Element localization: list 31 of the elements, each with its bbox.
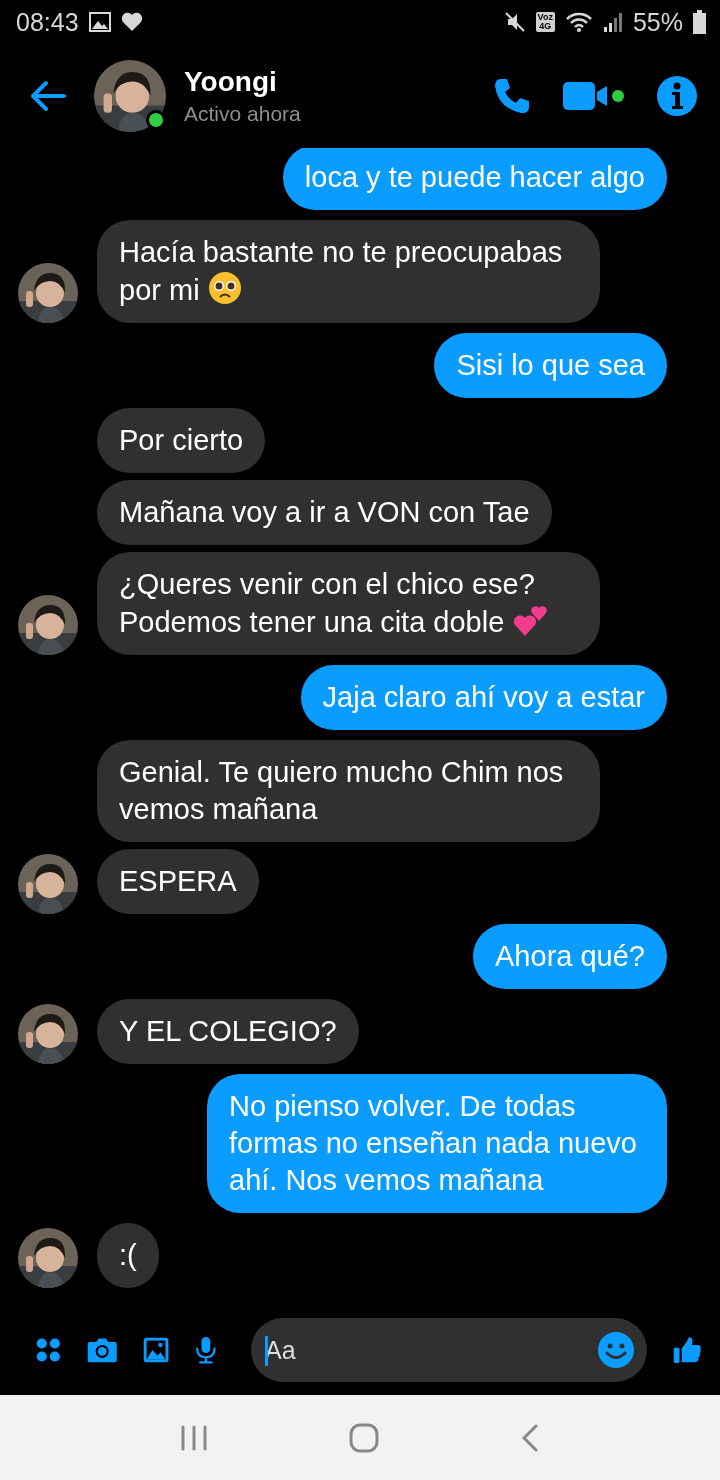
battery-percent: 55% [632, 7, 683, 37]
contact-status: Activo ahora [184, 102, 302, 126]
message-bubble: Hacía bastante no te preocupabas por mi [97, 220, 600, 323]
heart-icon [120, 12, 143, 32]
message-bubble: ¿Queres venir con el chico ese? Podemos tener una cita doble [97, 552, 600, 655]
status-time: 08:43 [16, 7, 79, 37]
wifi-icon [564, 11, 593, 33]
message-bubble: Mañana voy a ir a VON con Tae [97, 480, 552, 545]
message-bubble: loca y te puede hacer algo [282, 148, 667, 210]
signal-icon [602, 11, 623, 33]
video-camera-icon[interactable] [562, 79, 626, 113]
info-icon[interactable] [656, 75, 698, 117]
message-bubble: :( [97, 1223, 159, 1288]
battery-icon [693, 10, 706, 34]
message-bubble: Y EL COLEGIO? [97, 999, 359, 1064]
message-bubble: Jaja claro ahí voy a estar [300, 665, 667, 730]
mute-icon [503, 11, 526, 33]
message-bubble: Por cierto [97, 408, 266, 473]
message-bubble: Genial. Te quiero mucho Chim nos vemos mañana [97, 740, 600, 842]
message-bubble: ESPERA [97, 849, 259, 914]
message-bubble: No pienso volver. De todas formas no enseñan nada nuevo ahí. Nos vemos mañana [207, 1074, 667, 1213]
emoji-icon[interactable] [597, 1331, 635, 1369]
message-bubble: Sisi lo que sea [434, 333, 667, 398]
contact-name: Yoongi [184, 66, 278, 98]
phone-icon[interactable] [492, 76, 532, 116]
text-cursor [265, 1336, 268, 1366]
network-badge: Voz 4G [535, 12, 555, 32]
message-bubble: Ahora qué? [473, 924, 667, 989]
recent-apps-icon[interactable] [180, 1424, 209, 1451]
gallery-icon [88, 12, 111, 32]
home-icon[interactable] [349, 1422, 379, 1453]
